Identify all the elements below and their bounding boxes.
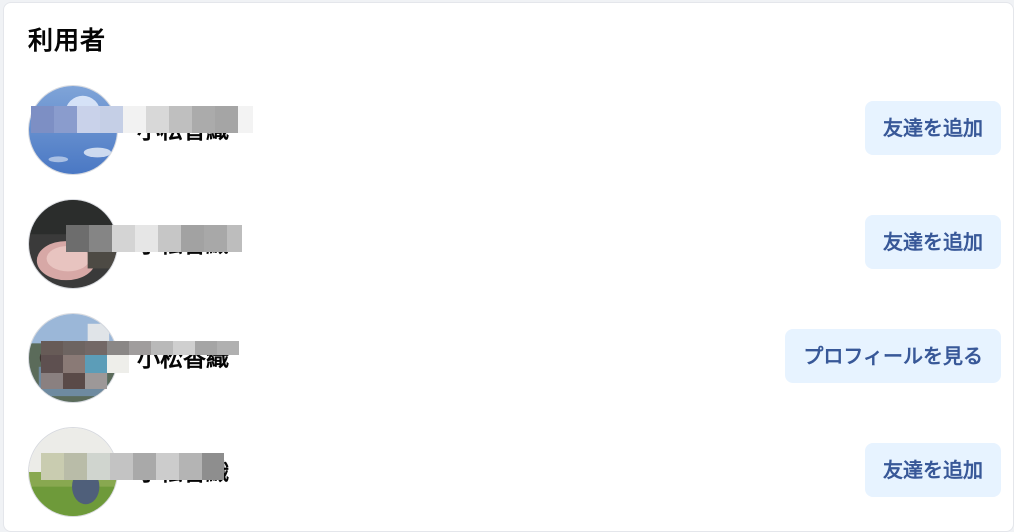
- section-title: 利用者: [28, 26, 107, 55]
- blur-mosaic: [31, 106, 261, 133]
- view-profile-button[interactable]: プロフィールを見る: [785, 329, 1001, 383]
- blur-mosaic: [41, 341, 251, 355]
- blur-mosaic: [66, 225, 256, 252]
- blur-mosaic: [41, 453, 251, 480]
- user-row: 小松香織 友達を追加: [4, 427, 1013, 519]
- blur-mosaic: [41, 373, 111, 389]
- add-friend-button[interactable]: 友達を追加: [865, 443, 1001, 497]
- user-row: 小松香織 プロフィールを見る: [4, 313, 1013, 405]
- search-results-card: 利用者 小松香織 友達を追加: [3, 2, 1014, 532]
- user-row: 小松香織 友達を追加: [4, 199, 1013, 291]
- user-row: 小松香織 友達を追加: [4, 85, 1013, 177]
- blur-mosaic: [41, 355, 151, 373]
- add-friend-button[interactable]: 友達を追加: [865, 215, 1001, 269]
- add-friend-button[interactable]: 友達を追加: [865, 101, 1001, 155]
